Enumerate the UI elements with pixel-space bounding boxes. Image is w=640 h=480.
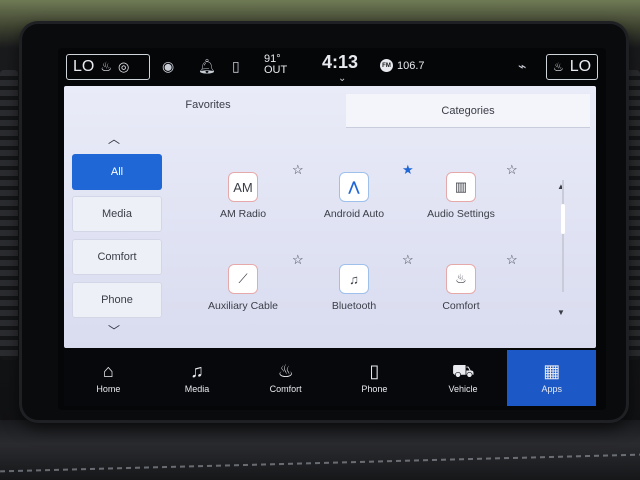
star-outline-icon[interactable]: ☆ [402, 252, 414, 268]
heated-steering-icon[interactable]: ◎ [118, 59, 129, 75]
chevron-down-icon[interactable]: ﹀ [108, 322, 120, 339]
chevron-up-icon[interactable]: ︿ [108, 130, 120, 147]
sidebar-item-all[interactable]: All [72, 154, 162, 190]
passenger-temp-label: LO [569, 58, 592, 75]
radio-frequency: 106.7 [397, 59, 425, 72]
status-bar: LO ♨ ◎ ◉ 🔔︎ ▯ 91° OUT 4:13 ⌄ FM 106.7 ⌁ … [58, 48, 606, 86]
audio-settings-icon: ▥ [446, 172, 476, 202]
star-outline-icon[interactable]: ☆ [506, 252, 518, 268]
nav-label: Home [96, 384, 121, 394]
car-icon: ⛟ [451, 361, 475, 381]
app-audio-settings[interactable]: ▥ Audio Settings [416, 172, 506, 220]
driver-profile-icon[interactable]: ◉ [162, 58, 174, 75]
nav-phone[interactable]: ▯ Phone [330, 350, 419, 406]
fm-badge: FM [380, 59, 393, 72]
app-auxiliary-cable[interactable]: ⟋ Auxiliary Cable [198, 264, 288, 312]
scrollbar-thumb[interactable] [561, 204, 565, 234]
app-comfort[interactable]: ♨ Comfort [416, 264, 506, 312]
home-icon: ⌂ [102, 361, 114, 381]
phone-icon: ▯ [369, 361, 380, 381]
app-label: Comfort [442, 300, 480, 312]
nav-label: Vehicle [448, 384, 478, 394]
passenger-seat-icon[interactable]: ♨ [553, 60, 564, 74]
chevron-down-icon[interactable]: ⌄ [338, 73, 346, 84]
star-outline-icon[interactable]: ☆ [506, 162, 518, 178]
sidebar-item-phone[interactable]: Phone [72, 282, 162, 318]
grid-icon: ▦ [543, 361, 561, 381]
nav-home[interactable]: ⌂ Home [64, 350, 153, 406]
nav-label: Media [184, 384, 210, 394]
app-label: Audio Settings [427, 208, 495, 220]
app-label: Bluetooth [331, 300, 377, 312]
driver-climate-control[interactable]: LO ♨ ◎ [66, 54, 150, 80]
seat-heat-icon: ♨ [277, 361, 294, 381]
apps-panel: Favorites Categories ︿ All Media Comfort… [64, 86, 596, 348]
bottom-nav: ⌂ Home ♫ Media ♨ Comfort ▯ Phone ⛟ Vehic… [64, 350, 597, 406]
auxiliary-cable-icon: ⟋ [228, 264, 258, 294]
temp-label: OUT [264, 64, 288, 76]
app-label: Auxiliary Cable [207, 300, 279, 312]
app-bluetooth[interactable]: ♫ Bluetooth [309, 264, 399, 312]
passenger-climate-control[interactable]: ♨ LO [546, 54, 598, 80]
nav-media[interactable]: ♫ Media [153, 350, 242, 406]
phone-status-icon: ▯ [232, 58, 240, 74]
scroll-down-icon[interactable]: ▼ [557, 308, 565, 317]
star-outline-icon[interactable]: ☆ [292, 162, 304, 178]
nav-comfort[interactable]: ♨ Comfort [241, 350, 330, 406]
tab-favorites[interactable]: Favorites [70, 90, 346, 120]
app-android-auto[interactable]: ⋀ Android Auto [309, 172, 399, 220]
star-outline-icon[interactable]: ☆ [292, 252, 304, 268]
app-label: AM Radio [219, 208, 267, 220]
app-label: Android Auto [323, 208, 385, 220]
comfort-icon: ♨ [446, 264, 476, 294]
tab-categories[interactable]: Categories [346, 94, 590, 128]
am-radio-icon: AM [228, 172, 258, 202]
wireless-icon: ⌁ [518, 58, 527, 74]
nav-label: Phone [361, 384, 388, 394]
nav-vehicle[interactable]: ⛟ Vehicle [419, 350, 508, 406]
dashboard-trim [0, 420, 640, 480]
nav-label: Comfort [269, 384, 302, 394]
nav-apps[interactable]: ▦ Apps [507, 350, 597, 406]
infotainment-screen: LO ♨ ◎ ◉ 🔔︎ ▯ 91° OUT 4:13 ⌄ FM 106.7 ⌁ … [58, 48, 606, 410]
heated-seat-icon[interactable]: ♨ [100, 59, 112, 75]
app-am-radio[interactable]: AM AM Radio [198, 172, 288, 220]
nav-label: Apps [541, 384, 562, 394]
clock[interactable]: 4:13 [322, 52, 358, 73]
outside-temperature: 91° OUT [264, 54, 287, 76]
radio-station[interactable]: FM 106.7 [380, 59, 425, 72]
notification-bell-icon[interactable]: 🔔︎ [198, 58, 216, 75]
left-air-vent [0, 70, 18, 360]
driver-temp-label: LO [73, 58, 95, 75]
sidebar-item-media[interactable]: Media [72, 196, 162, 232]
scrollbar-track[interactable] [562, 180, 564, 292]
sidebar-item-comfort[interactable]: Comfort [72, 239, 162, 275]
star-filled-icon[interactable]: ★ [402, 162, 414, 178]
android-auto-icon: ⋀ [339, 172, 369, 202]
bluetooth-icon: ♫ [339, 264, 369, 294]
music-note-icon: ♫ [190, 361, 204, 381]
